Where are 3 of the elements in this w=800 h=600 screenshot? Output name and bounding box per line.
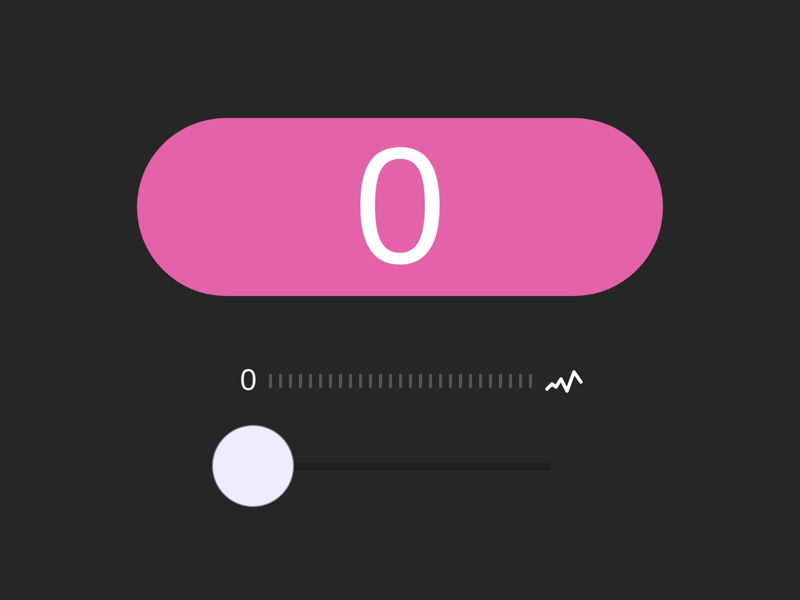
meter-reading: 0 <box>239 368 258 394</box>
counter-display: 0 <box>137 118 663 296</box>
zigzag-icon <box>544 368 583 394</box>
